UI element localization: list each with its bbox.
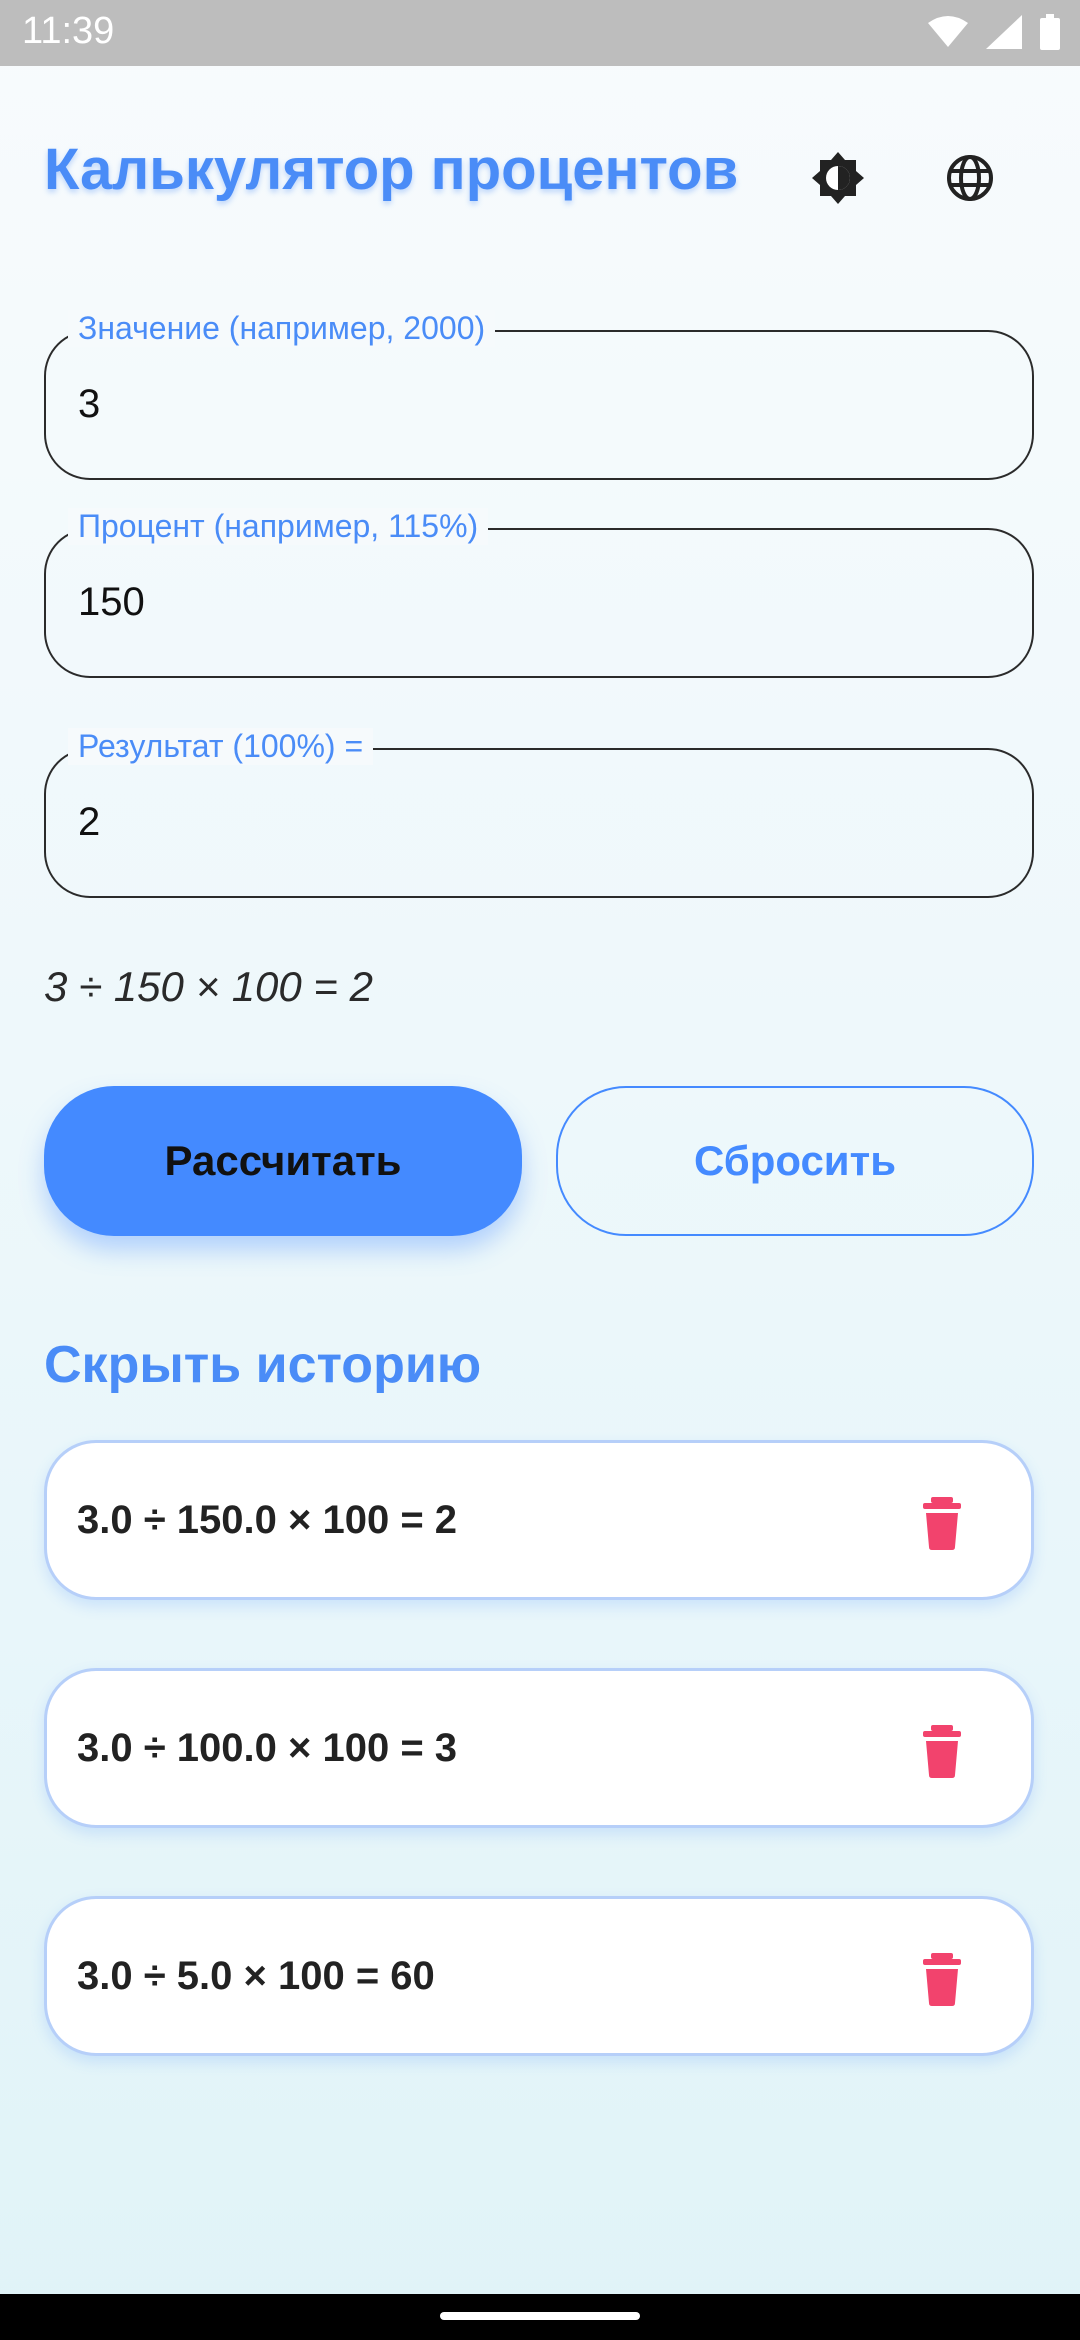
page-title: Калькулятор процентов	[44, 137, 739, 202]
result-field[interactable]: Результат (100%) = 2	[44, 728, 1034, 898]
history-item-text: 3.0 ÷ 100.0 × 100 = 3	[77, 1726, 458, 1770]
delete-icon[interactable]	[917, 1723, 967, 1779]
history-item[interactable]: 3.0 ÷ 150.0 × 100 = 2	[44, 1440, 1034, 1600]
value-field[interactable]: Значение (например, 2000) 3	[44, 310, 1034, 480]
result-field-input[interactable]: 2	[78, 800, 100, 845]
wifi-icon	[928, 16, 968, 47]
home-gesture-handle[interactable]	[440, 2312, 640, 2320]
status-bar: 11:39	[0, 0, 1080, 66]
hide-history-button[interactable]: Скрыть историю	[44, 1335, 481, 1395]
formula-text: 3 ÷ 150 × 100 = 2	[44, 963, 373, 1010]
brightness-icon	[812, 152, 864, 204]
percent-field-input[interactable]: 150	[78, 580, 145, 625]
signal-icon	[986, 15, 1022, 49]
value-field-label: Значение (например, 2000)	[68, 310, 496, 347]
theme-toggle-button[interactable]	[806, 146, 870, 210]
globe-icon	[947, 155, 993, 201]
percent-field-label: Процент (например, 115%)	[68, 508, 489, 545]
status-time: 11:39	[22, 10, 115, 52]
history-item-text: 3.0 ÷ 150.0 × 100 = 2	[77, 1498, 458, 1542]
result-field-label: Результат (100%) =	[68, 728, 374, 765]
battery-icon	[1040, 14, 1060, 50]
navigation-bar	[0, 2294, 1080, 2340]
delete-icon[interactable]	[917, 1495, 967, 1551]
reset-button[interactable]: Сбросить	[556, 1086, 1034, 1236]
history-item[interactable]: 3.0 ÷ 100.0 × 100 = 3	[44, 1668, 1034, 1828]
history-item[interactable]: 3.0 ÷ 5.0 × 100 = 60	[44, 1896, 1034, 2056]
value-field-input[interactable]: 3	[78, 382, 100, 427]
percent-field[interactable]: Процент (например, 115%) 150	[44, 508, 1034, 678]
history-item-text: 3.0 ÷ 5.0 × 100 = 60	[77, 1954, 435, 1998]
delete-icon[interactable]	[917, 1951, 967, 2007]
language-button[interactable]	[938, 146, 1002, 210]
calculate-button[interactable]: Рассчитать	[44, 1086, 522, 1236]
